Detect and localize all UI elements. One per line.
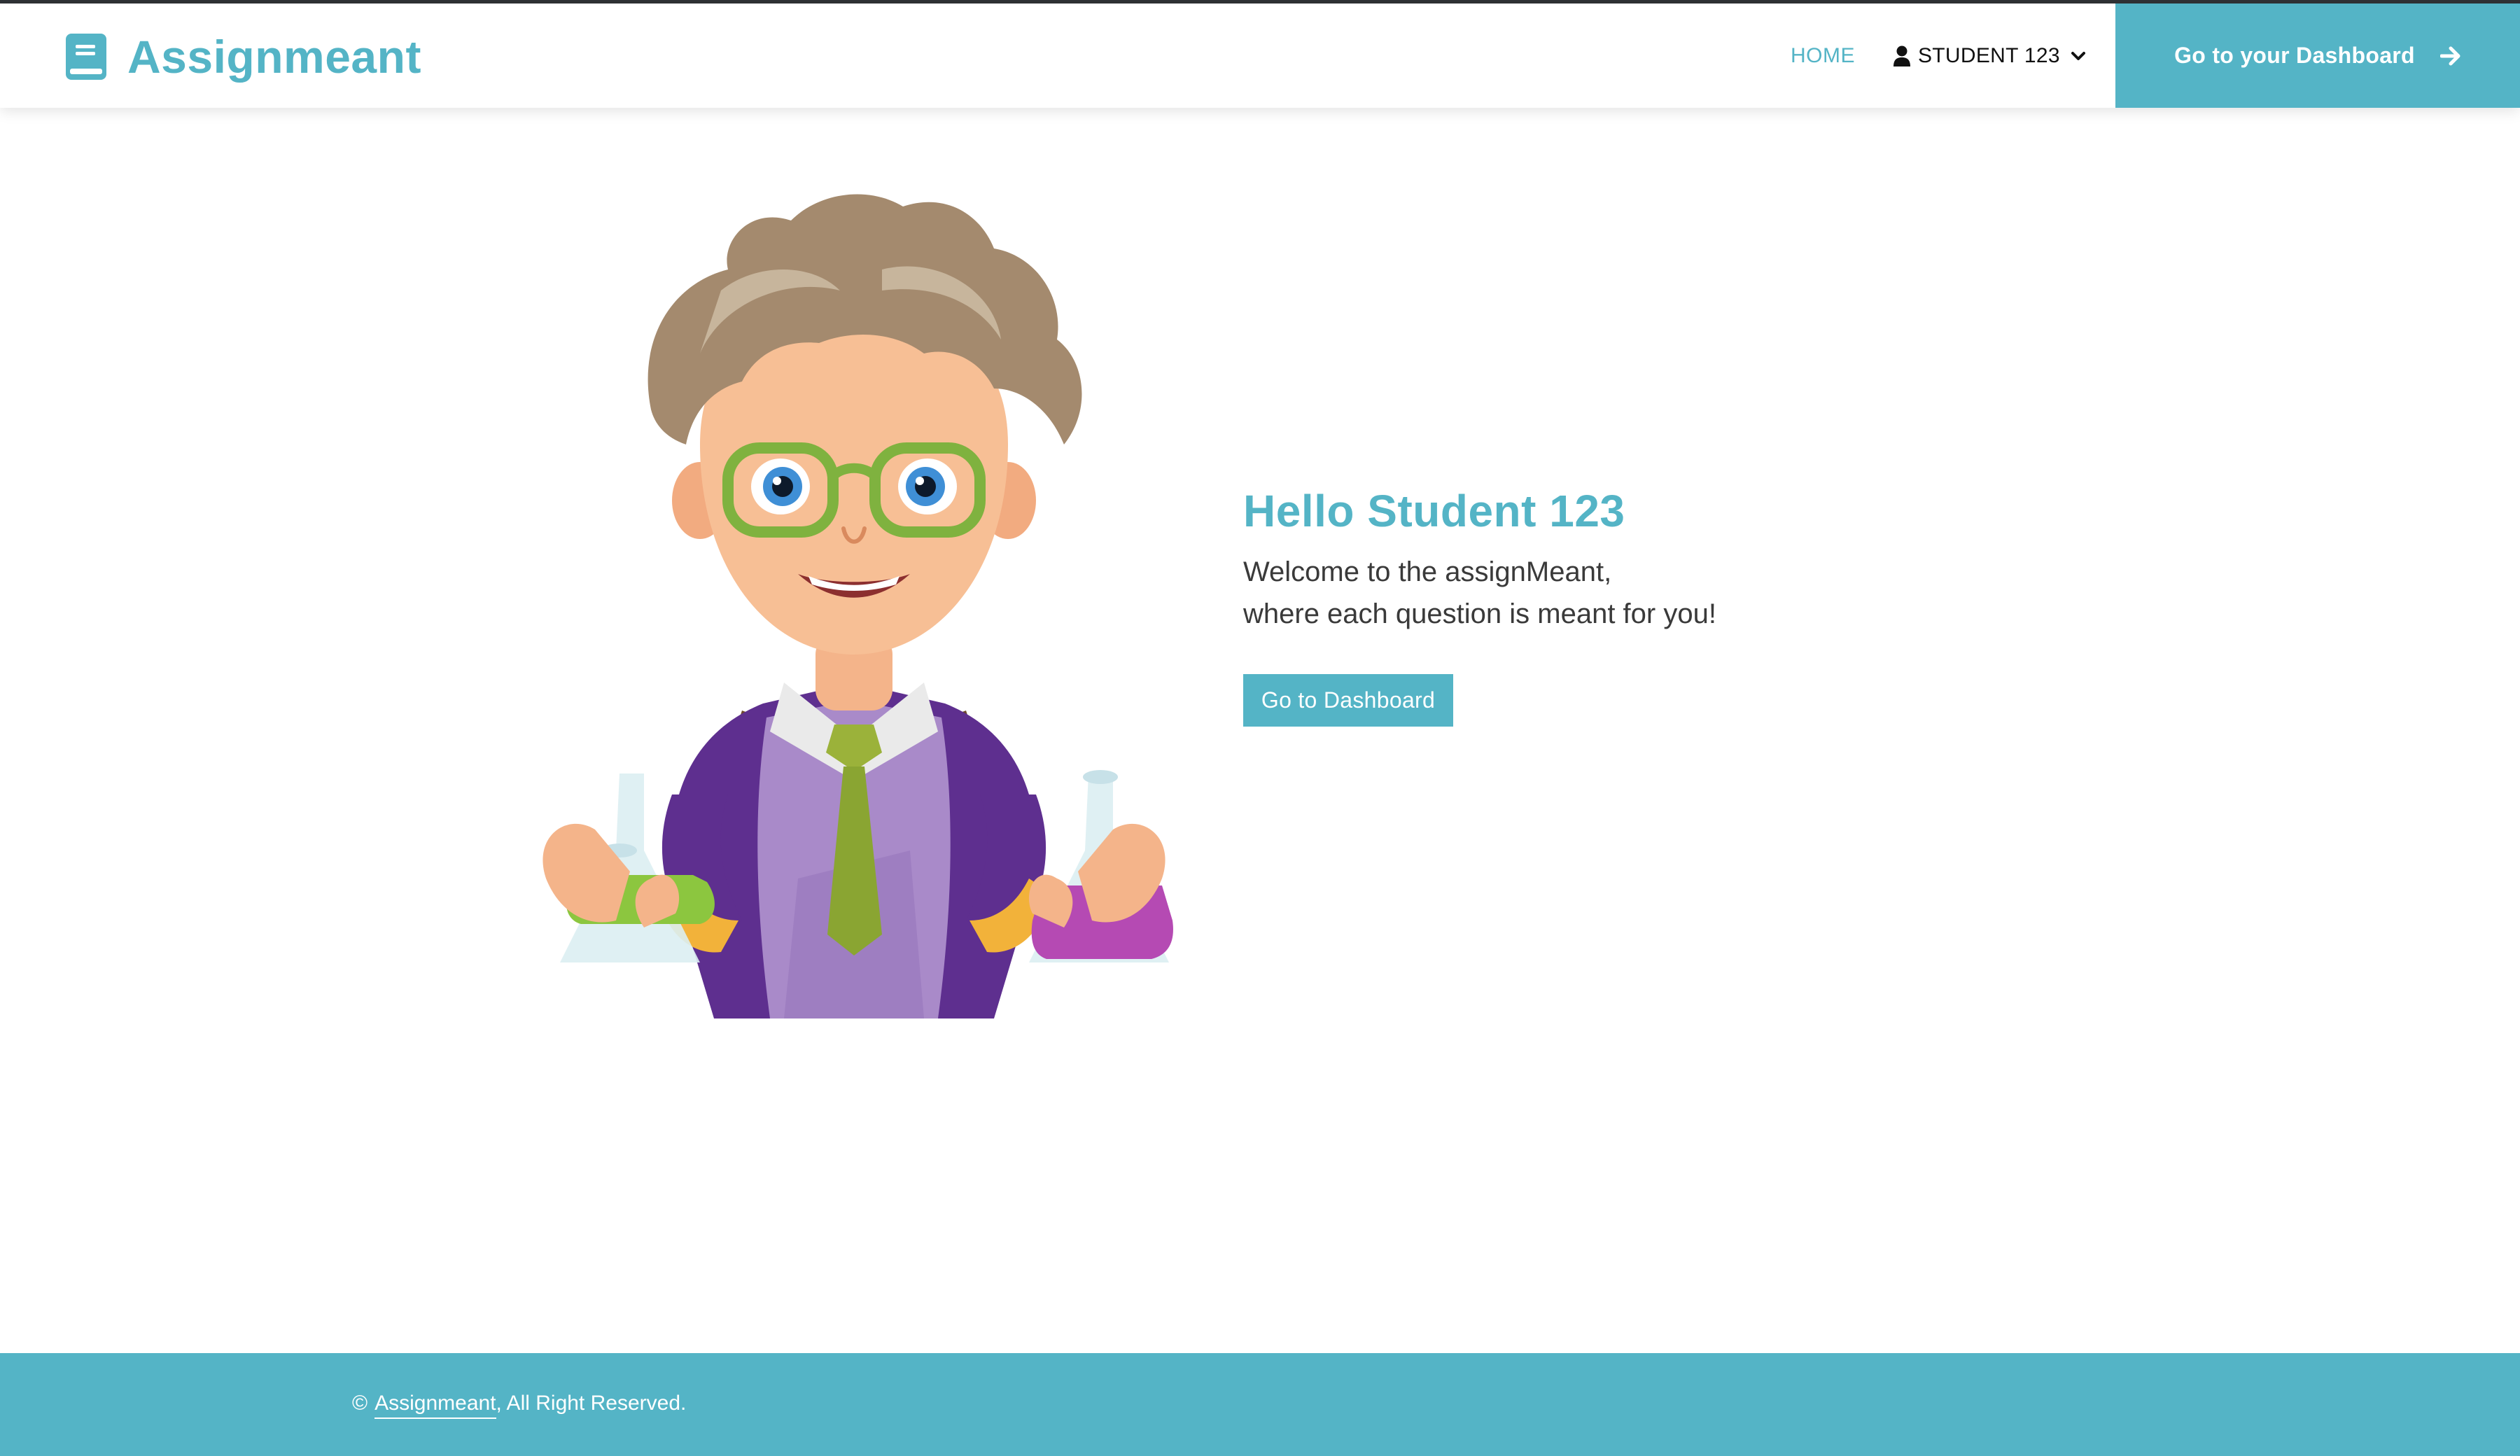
footer: © Assignmeant , All Right Reserved. xyxy=(0,1353,2520,1456)
hero-text-block: Hello Student 123 Welcome to the assignM… xyxy=(1243,479,1873,727)
footer-copyright: © Assignmeant , All Right Reserved. xyxy=(352,1390,686,1419)
navbar: Assignmeant HOME STUDENT 123 Go to your … xyxy=(0,4,2520,108)
user-icon xyxy=(1893,46,1910,66)
footer-rights-text: , All Right Reserved. xyxy=(496,1392,687,1415)
brand-name: Assignmeant xyxy=(127,31,421,83)
user-menu-label: STUDENT 123 xyxy=(1918,44,2060,67)
copyright-symbol: © xyxy=(352,1392,368,1415)
footer-brand-link[interactable]: Assignmeant xyxy=(374,1390,496,1419)
go-to-dashboard-nav-button[interactable]: Go to your Dashboard xyxy=(2115,4,2520,108)
arrow-right-icon xyxy=(2440,46,2460,65)
student-illustration xyxy=(542,194,1173,1018)
go-to-dashboard-nav-label: Go to your Dashboard xyxy=(2174,43,2415,68)
nav-home-link[interactable]: HOME xyxy=(1791,43,1855,69)
brand-logo[interactable]: Assignmeant xyxy=(66,29,421,85)
book-icon xyxy=(66,34,106,80)
hero-subtitle-line-2: where each question is meant for you! xyxy=(1243,598,1716,629)
hero-subtitle-line-1: Welcome to the assignMeant, xyxy=(1243,556,1612,587)
go-to-dashboard-button[interactable]: Go to Dashboard xyxy=(1243,674,1453,727)
user-menu-dropdown[interactable]: STUDENT 123 xyxy=(1893,43,2085,69)
chevron-down-icon xyxy=(2071,52,2085,60)
hero-title: Hello Student 123 xyxy=(1243,486,1625,536)
